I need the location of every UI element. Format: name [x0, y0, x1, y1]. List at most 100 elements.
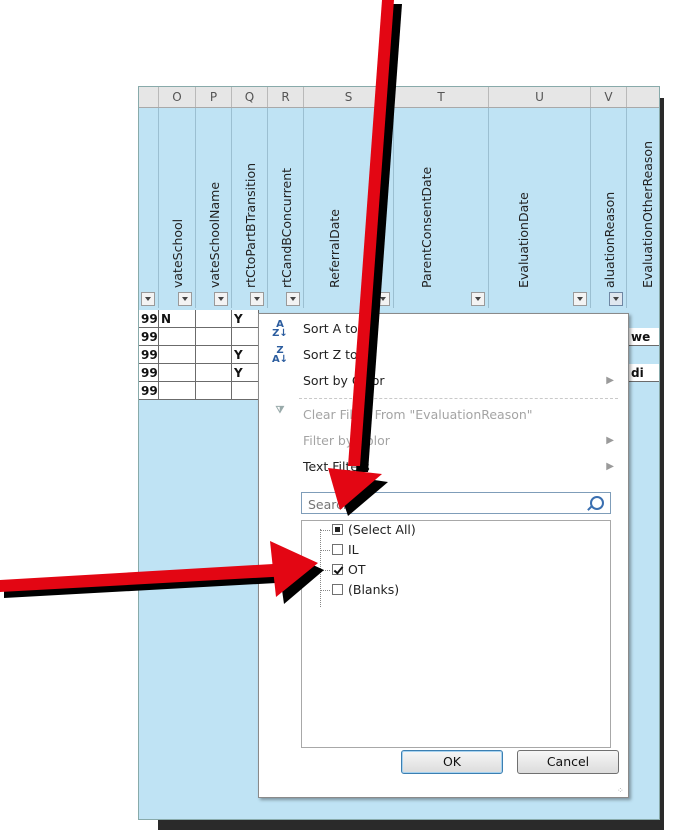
list-item-label: (Blanks): [348, 582, 400, 597]
cell[interactable]: 99: [139, 382, 159, 400]
ok-button[interactable]: OK: [401, 750, 503, 774]
field-cell-partial: [139, 108, 159, 308]
column-header-w[interactable]: [627, 87, 659, 107]
ot-checkbox[interactable]: [332, 564, 343, 575]
clear-filter-item[interactable]: ⧩ Clear Filter From "EvaluationReason": [259, 402, 628, 428]
submenu-arrow-icon: ▶: [606, 375, 614, 386]
column-header-partial: [139, 87, 159, 107]
tree-tick: [320, 590, 330, 591]
field-name: ReferralDate: [327, 209, 342, 288]
cell[interactable]: Y: [232, 310, 259, 328]
field-cell-private-school: vateSchool: [159, 108, 196, 308]
field-name: ParentConsentDate: [419, 166, 434, 288]
filter-dropdown-button[interactable]: [471, 292, 485, 306]
filter-dropdown-button[interactable]: [178, 292, 192, 306]
menu-label: Sort A to Z: [303, 321, 371, 336]
column-header-r[interactable]: R: [268, 87, 304, 107]
field-name: vateSchool: [170, 218, 185, 288]
filter-dropdown-button[interactable]: [214, 292, 228, 306]
column-header-row: O P Q R S T U V: [139, 87, 659, 108]
tree-line: [320, 529, 322, 607]
filter-value-list: (Select All) IL OT (Blanks): [301, 520, 611, 748]
field-name: aluationReason: [601, 191, 617, 288]
field-cell-private-school-name: vateSchoolName: [196, 108, 232, 308]
cell[interactable]: 99: [139, 364, 159, 382]
field-cell-part-c-to-b: rtCtoPartBTransition: [232, 108, 268, 308]
search-icon[interactable]: [590, 496, 604, 510]
column-header-s[interactable]: S: [304, 87, 394, 107]
resize-grip-icon[interactable]: ⁘: [617, 786, 625, 795]
field-name: EvaluationOtherReason: [639, 140, 655, 288]
cell[interactable]: [196, 328, 232, 346]
field-cell-evaluation-reason: aluationReason: [591, 108, 627, 308]
cell-other-reason[interactable]: di: [629, 364, 659, 382]
cell[interactable]: 99: [139, 310, 159, 328]
filter-dropdown-button-active[interactable]: [609, 292, 623, 306]
cell-other-reason[interactable]: we: [629, 328, 659, 346]
field-name: rtCandBConcurrent: [278, 167, 294, 288]
filter-dropdown-button[interactable]: [250, 292, 264, 306]
filter-dropdown-button[interactable]: [376, 292, 390, 306]
sort-z-to-a-item[interactable]: Z A↓ Sort Z to A: [259, 342, 628, 368]
sort-descending-icon: Z A↓: [271, 345, 289, 365]
column-header-u[interactable]: U: [489, 87, 591, 107]
list-item-label: (Select All): [348, 522, 416, 537]
menu-label: Sort by Color: [303, 373, 385, 388]
cell[interactable]: [196, 382, 232, 400]
column-header-p[interactable]: P: [196, 87, 232, 107]
filter-dropdown-button[interactable]: [141, 292, 155, 306]
column-header-q[interactable]: Q: [232, 87, 268, 107]
search-box: [301, 492, 611, 514]
filter-dropdown-panel: A Z↓ Sort A to Z Z A↓ Sort Z to A Sort by …: [258, 313, 629, 798]
cell[interactable]: N: [159, 310, 196, 328]
sort-by-color-item[interactable]: Sort by Color ▶: [259, 368, 628, 394]
il-checkbox[interactable]: [332, 544, 343, 555]
submenu-arrow-icon: ▶: [606, 435, 614, 446]
field-name: EvaluationDate: [516, 192, 531, 288]
cell[interactable]: [159, 346, 196, 364]
sort-a-to-z-item[interactable]: A Z↓ Sort A to Z: [259, 316, 628, 342]
cell[interactable]: [196, 346, 232, 364]
cell[interactable]: [232, 382, 259, 400]
cell[interactable]: [159, 328, 196, 346]
tree-tick: [320, 550, 330, 551]
field-cell-evaluation-date: EvaluationDate: [489, 108, 591, 308]
cell[interactable]: [196, 310, 232, 328]
cell[interactable]: 99: [139, 328, 159, 346]
column-header-t[interactable]: T: [394, 87, 489, 107]
filter-by-color-item[interactable]: Filter by Color ▶: [259, 428, 628, 454]
list-item-label: IL: [348, 542, 359, 557]
blanks-checkbox[interactable]: [332, 584, 343, 595]
cell[interactable]: [159, 382, 196, 400]
cancel-button[interactable]: Cancel: [517, 750, 619, 774]
menu-label: Sort Z to A: [303, 347, 371, 362]
menu-label: Clear Filter From "EvaluationReason": [303, 407, 533, 422]
list-item-label: OT: [348, 562, 366, 577]
tree-tick: [320, 530, 330, 531]
menu-separator: [299, 398, 618, 399]
text-filters-item[interactable]: Text Filters ▶: [259, 454, 628, 480]
field-cell-part-c-and-b: rtCandBConcurrent: [268, 108, 304, 308]
sort-ascending-icon: A Z↓: [272, 319, 288, 339]
column-header-v[interactable]: V: [591, 87, 627, 107]
cell[interactable]: 99: [139, 346, 159, 364]
menu-label: Text Filters: [303, 459, 370, 474]
field-name: vateSchoolName: [206, 181, 222, 288]
cell[interactable]: [196, 364, 232, 382]
column-header-o[interactable]: O: [159, 87, 196, 107]
filter-dropdown-button[interactable]: [286, 292, 300, 306]
tree-tick: [320, 570, 330, 571]
field-cell-referral-date: ReferralDate: [304, 108, 394, 308]
cell[interactable]: [159, 364, 196, 382]
field-cell-evaluation-other-reason: EvaluationOtherReason: [627, 108, 659, 308]
cell[interactable]: Y: [232, 346, 259, 364]
cell[interactable]: Y: [232, 364, 259, 382]
select-all-checkbox[interactable]: [332, 524, 343, 535]
filter-dropdown-button[interactable]: [573, 292, 587, 306]
field-name: rtCtoPartBTransition: [242, 162, 258, 288]
search-input[interactable]: [306, 494, 580, 514]
submenu-arrow-icon: ▶: [606, 461, 614, 472]
cell[interactable]: [232, 328, 259, 346]
menu-label: Filter by Color: [303, 433, 390, 448]
clear-filter-icon: ⧩: [275, 405, 285, 416]
